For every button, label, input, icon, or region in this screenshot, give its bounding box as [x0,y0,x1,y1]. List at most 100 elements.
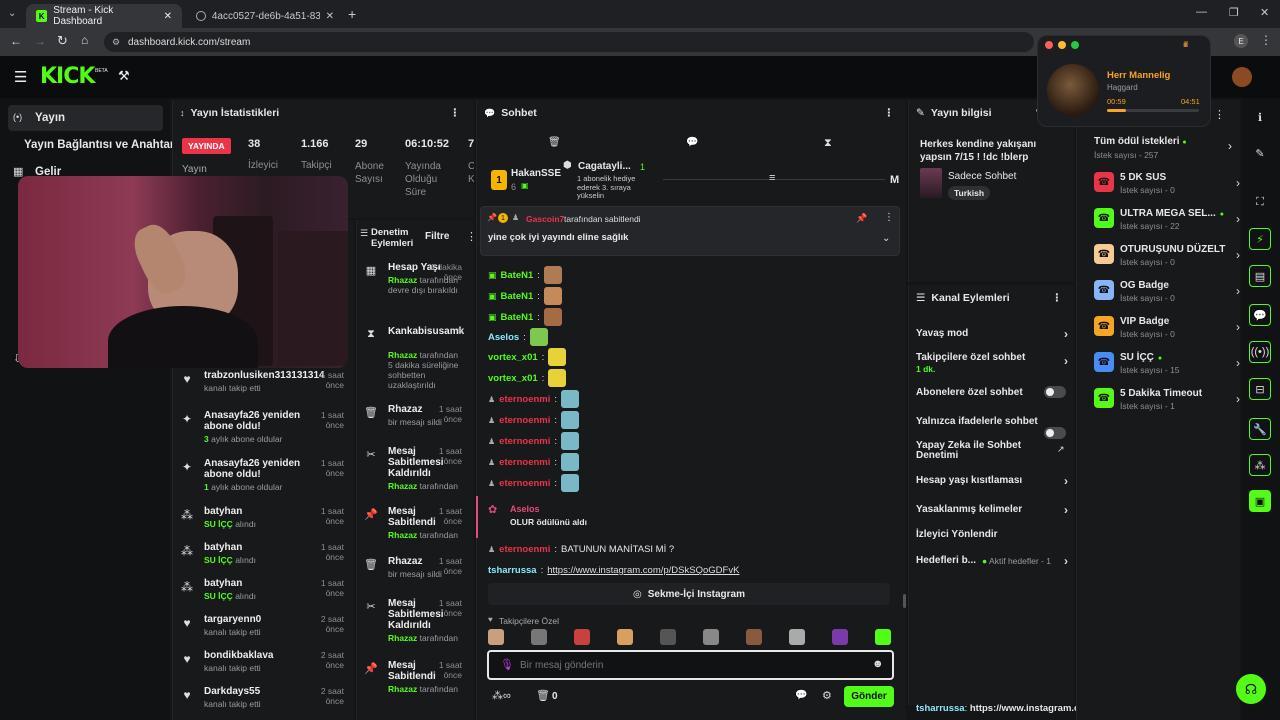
hamburger-menu-icon[interactable]: ☰ [14,68,27,86]
info-icon[interactable]: ℹ [1249,106,1271,128]
chat-username[interactable]: Aselos [488,332,519,343]
browser-tab-kick[interactable]: K Stream - Kick Dashboard ✕ [26,4,182,28]
chat-username[interactable]: vortex_x01 [488,373,538,384]
close-tab-icon[interactable]: ✕ [164,11,172,22]
emote-picker-item[interactable] [574,629,590,645]
close-window-icon[interactable]: ✕ [1260,6,1269,19]
gifter-name[interactable]: HakanSSE [511,168,561,179]
chat-link[interactable]: https://www.instagram.com/p/DSkSQoGDFvK [547,565,739,576]
emote-picker-item[interactable] [789,629,805,645]
moderator-name[interactable]: Rhazaz [388,530,417,540]
emotes-only-toggle[interactable] [1044,427,1066,439]
chat-scrollbar[interactable] [903,594,906,608]
store-icon[interactable]: 🗑 [536,689,550,702]
chat-username[interactable]: BateN1 [501,291,534,302]
chat-rail-icon[interactable]: 💬 [1249,304,1271,326]
home-icon[interactable]: ⌂ [81,33,88,47]
chat-username[interactable]: tsharrussa [488,565,537,576]
chat-menu-icon[interactable]: ⋮ [884,107,895,119]
pen-icon[interactable]: ✎ [1249,142,1271,164]
moderator-name[interactable]: Rhazaz [388,275,417,285]
emote-picker-item[interactable] [617,629,633,645]
reward-item[interactable]: ☎ SU İÇÇ ● İstek sayısı - 15 › [1094,352,1240,382]
reload-icon[interactable]: ↻ [57,33,68,49]
scan-icon[interactable]: ⛶ [1249,191,1271,213]
emoji-icon[interactable]: ☻ [872,658,884,670]
chat-username[interactable]: eternoenmi [499,457,550,468]
moderator-name[interactable]: Rhazaz [388,481,417,491]
banned-words-row[interactable]: Yasaklanmış kelimeler › [916,503,1068,517]
emote-picker-item[interactable] [703,629,719,645]
viewer-redirect-row[interactable]: İzleyici Yönlendir [916,529,1068,540]
emote-picker-item[interactable] [488,629,504,645]
unpin-icon[interactable]: 📌 [856,213,867,224]
reward-item[interactable]: ☎ VIP Badge İstek sayısı - 0 › [1094,316,1240,346]
tab-list-icon[interactable]: ⌄ [8,8,16,19]
emote-picker-item[interactable] [746,629,762,645]
chevron-right-icon[interactable]: › [1228,139,1232,153]
chat-username[interactable]: eternoenmi [499,544,550,555]
activity-title[interactable]: batyhan [204,506,314,517]
ai-moderation-row[interactable]: Yapay Zeka ile Sohbet Denetimi [916,441,1048,461]
moderation-filter[interactable]: Filtre [425,231,449,242]
subs-only-toggle[interactable] [1044,386,1066,398]
account-age-row[interactable]: Hesap yaşı kısıtlaması › [916,474,1068,488]
close-tab-icon[interactable]: ✕ [326,11,334,22]
moderator-name[interactable]: Rhazaz [388,633,417,643]
browser-menu-icon[interactable]: ⋮ [1260,33,1272,47]
wrench-icon[interactable]: 🔧 [1249,418,1271,440]
broadcast-rail-icon[interactable]: ((•)) [1249,341,1271,363]
moderator-name[interactable]: Rhazaz [388,350,417,360]
document-icon[interactable]: ▤ [1249,265,1271,287]
lightning-icon[interactable]: ⚡ [1249,228,1271,250]
category-name[interactable]: Sadece Sohbet [948,171,1016,182]
channel-actions-menu-icon[interactable]: ⋮ [1052,292,1063,304]
track-progress-bar[interactable] [1107,109,1199,112]
chat-username[interactable]: eternoenmi [499,436,550,447]
chat-username[interactable]: eternoenmi [499,478,550,489]
nav-item-stream-key[interactable]: Yayın Bağlantısı ve Anahtarı [24,139,178,151]
settings-gear-icon[interactable]: ⚙ [822,689,832,702]
hourglass-icon[interactable]: ⧗ [824,137,832,150]
zoom-dot-icon[interactable] [1071,41,1079,49]
trash-icon[interactable]: 🗑 [548,137,561,148]
support-icon[interactable]: ☊ [1236,674,1266,704]
ticker-user[interactable]: tsharrussa [916,703,965,714]
reward-item[interactable]: ☎ OG Badge İstek sayısı - 0 › [1094,280,1240,310]
reward-item[interactable]: ☎ OTURUŞUNU DÜZELT İstek sayısı - 0 › [1094,244,1240,274]
minimize-icon[interactable]: — [1196,6,1207,18]
reward-item[interactable]: ☎ ULTRA MEGA SEL... ● İstek sayısı - 22 › [1094,208,1240,238]
activity-title[interactable]: bondikbaklava [204,650,314,661]
all-rewards-title[interactable]: Tüm ödül istekleri ● [1094,136,1187,147]
pinner-name[interactable]: Gascoin7 [526,214,564,224]
site-info-icon[interactable]: ⚙ [112,37,120,48]
chat-username[interactable]: eternoenmi [499,394,550,405]
profile-avatar[interactable]: E [1234,34,1248,48]
send-button[interactable]: Gönder [844,686,894,707]
back-icon[interactable]: ← [10,34,22,48]
collapse-lines-icon[interactable]: ≡ [769,172,775,184]
close-dot-icon[interactable] [1045,41,1053,49]
browser-tab-second[interactable]: 4acc0527-de6b-4a51-838b-06 ✕ [186,4,344,28]
external-link-icon[interactable]: ↗ [1057,444,1065,455]
followers-only-row[interactable]: Takipçilere özel sohbet › [916,352,1068,368]
address-bar[interactable]: ⚙ dashboard.kick.com/stream [104,32,1034,52]
layout-icon[interactable]: ⊟ [1249,378,1271,400]
activity-title[interactable]: batyhan [204,542,314,553]
chat-username[interactable]: vortex_x01 [488,352,538,363]
new-tab-icon[interactable]: + [348,6,356,22]
maximize-icon[interactable]: ❐ [1229,6,1239,19]
activity-title[interactable]: targaryenn0 [204,614,314,625]
user-avatar[interactable] [1232,67,1252,87]
pinned-menu-icon[interactable]: ⋮ [884,212,894,223]
emote-picker-item[interactable] [531,629,547,645]
tools-icon[interactable]: ⚒ [118,68,130,84]
rewards-menu-icon[interactable]: ⋮ [1214,108,1225,121]
dots-icon[interactable]: ⁂ [1249,454,1271,476]
slow-mode-row[interactable]: Yavaş mod › [916,327,1068,341]
minimize-dot-icon[interactable] [1058,41,1066,49]
chat-bubble-icon[interactable]: 💬 [686,137,698,148]
stats-menu-icon[interactable]: ⋮ [450,107,461,119]
activity-title[interactable]: batyhan [204,578,314,589]
chat-username[interactable]: BateN1 [501,312,534,323]
